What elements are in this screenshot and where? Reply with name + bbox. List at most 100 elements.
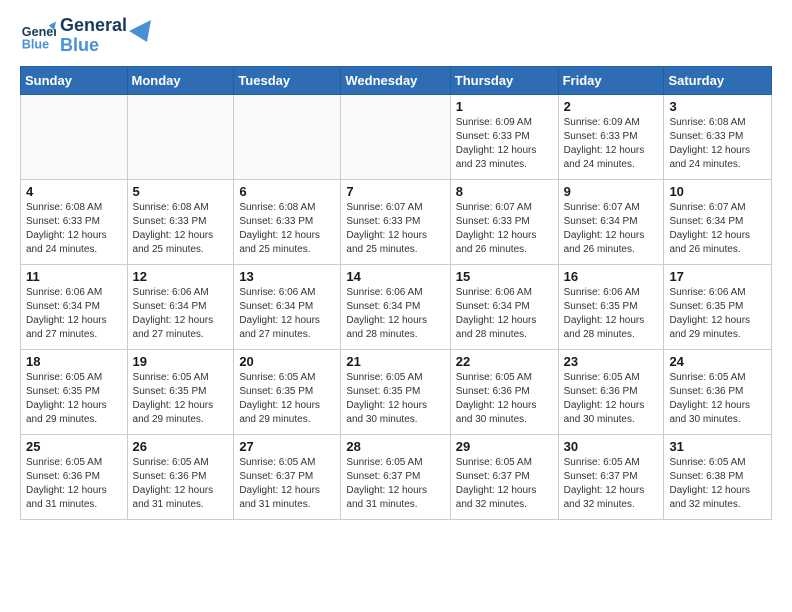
calendar-cell: 5 Sunrise: 6:08 AM Sunset: 6:33 PM Daylig… bbox=[127, 179, 234, 264]
cell-info: Sunrise: 6:05 AM Sunset: 6:38 PM Dayligh… bbox=[669, 456, 766, 512]
week-row-2: 4 Sunrise: 6:08 AM Sunset: 6:33 PM Daylig… bbox=[21, 179, 772, 264]
weekday-header-wednesday: Wednesday bbox=[341, 66, 450, 94]
day-number: 27 bbox=[239, 439, 335, 454]
cell-info: Sunrise: 6:05 AM Sunset: 6:36 PM Dayligh… bbox=[456, 371, 553, 427]
cell-info: Sunrise: 6:06 AM Sunset: 6:35 PM Dayligh… bbox=[669, 286, 766, 342]
calendar-cell: 31 Sunrise: 6:05 AM Sunset: 6:38 PM Dayli… bbox=[664, 434, 772, 519]
day-number: 29 bbox=[456, 439, 553, 454]
calendar-cell: 10 Sunrise: 6:07 AM Sunset: 6:34 PM Dayli… bbox=[664, 179, 772, 264]
calendar-cell: 7Sunrise: 6:07 AM Sunset: 6:33 PM Daylig… bbox=[341, 179, 450, 264]
calendar-cell: 2Sunrise: 6:09 AM Sunset: 6:33 PM Daylig… bbox=[558, 94, 664, 179]
day-number: 22 bbox=[456, 354, 553, 369]
page: General Blue General Blue SundayMondayTu… bbox=[0, 0, 792, 536]
weekday-header-friday: Friday bbox=[558, 66, 664, 94]
calendar-cell: 16 Sunrise: 6:06 AM Sunset: 6:35 PM Dayli… bbox=[558, 264, 664, 349]
cell-info: Sunrise: 6:05 AM Sunset: 6:36 PM Dayligh… bbox=[133, 456, 229, 512]
day-number: 17 bbox=[669, 269, 766, 284]
cell-info: Sunrise: 6:05 AM Sunset: 6:35 PM Dayligh… bbox=[26, 371, 122, 427]
cell-info: Sunrise: 6:08 AM Sunset: 6:33 PM Dayligh… bbox=[239, 201, 335, 257]
cell-info: Sunrise: 6:06 AM Sunset: 6:34 PM Dayligh… bbox=[239, 286, 335, 342]
calendar-cell: 22 Sunrise: 6:05 AM Sunset: 6:36 PM Dayli… bbox=[450, 349, 558, 434]
calendar-cell bbox=[127, 94, 234, 179]
calendar-cell: 15 Sunrise: 6:06 AM Sunset: 6:34 PM Dayli… bbox=[450, 264, 558, 349]
cell-info: Sunrise: 6:06 AM Sunset: 6:35 PM Dayligh… bbox=[564, 286, 659, 342]
calendar-cell: 1Sunrise: 6:09 AM Sunset: 6:33 PM Daylig… bbox=[450, 94, 558, 179]
cell-info: Sunrise: 6:05 AM Sunset: 6:37 PM Dayligh… bbox=[564, 456, 659, 512]
calendar-cell bbox=[21, 94, 128, 179]
cell-info: Sunrise: 6:05 AM Sunset: 6:35 PM Dayligh… bbox=[239, 371, 335, 427]
calendar-cell: 17 Sunrise: 6:06 AM Sunset: 6:35 PM Dayli… bbox=[664, 264, 772, 349]
weekday-header-monday: Monday bbox=[127, 66, 234, 94]
cell-info: Sunrise: 6:05 AM Sunset: 6:37 PM Dayligh… bbox=[346, 456, 444, 512]
weekday-header-tuesday: Tuesday bbox=[234, 66, 341, 94]
week-row-1: 1Sunrise: 6:09 AM Sunset: 6:33 PM Daylig… bbox=[21, 94, 772, 179]
calendar-cell: 6 Sunrise: 6:08 AM Sunset: 6:33 PM Daylig… bbox=[234, 179, 341, 264]
logo-blue: Blue bbox=[60, 36, 127, 56]
weekday-header-thursday: Thursday bbox=[450, 66, 558, 94]
day-number: 31 bbox=[669, 439, 766, 454]
calendar-cell: 28Sunrise: 6:05 AM Sunset: 6:37 PM Dayli… bbox=[341, 434, 450, 519]
day-number: 24 bbox=[669, 354, 766, 369]
day-number: 23 bbox=[564, 354, 659, 369]
cell-info: Sunrise: 6:05 AM Sunset: 6:36 PM Dayligh… bbox=[564, 371, 659, 427]
cell-info: Sunrise: 6:05 AM Sunset: 6:37 PM Dayligh… bbox=[239, 456, 335, 512]
cell-info: Sunrise: 6:07 AM Sunset: 6:33 PM Dayligh… bbox=[346, 201, 444, 257]
day-number: 12 bbox=[133, 269, 229, 284]
calendar-cell: 8 Sunrise: 6:07 AM Sunset: 6:33 PM Daylig… bbox=[450, 179, 558, 264]
cell-info: Sunrise: 6:06 AM Sunset: 6:34 PM Dayligh… bbox=[26, 286, 122, 342]
cell-info: Sunrise: 6:05 AM Sunset: 6:35 PM Dayligh… bbox=[133, 371, 229, 427]
cell-info: Sunrise: 6:06 AM Sunset: 6:34 PM Dayligh… bbox=[456, 286, 553, 342]
week-row-5: 25Sunrise: 6:05 AM Sunset: 6:36 PM Dayli… bbox=[21, 434, 772, 519]
cell-info: Sunrise: 6:05 AM Sunset: 6:36 PM Dayligh… bbox=[26, 456, 122, 512]
day-number: 16 bbox=[564, 269, 659, 284]
week-row-4: 18 Sunrise: 6:05 AM Sunset: 6:35 PM Dayli… bbox=[21, 349, 772, 434]
day-number: 14 bbox=[346, 269, 444, 284]
calendar-cell: 26Sunrise: 6:05 AM Sunset: 6:36 PM Dayli… bbox=[127, 434, 234, 519]
cell-info: Sunrise: 6:06 AM Sunset: 6:34 PM Dayligh… bbox=[346, 286, 444, 342]
calendar-cell: 4 Sunrise: 6:08 AM Sunset: 6:33 PM Daylig… bbox=[21, 179, 128, 264]
calendar-cell: 25Sunrise: 6:05 AM Sunset: 6:36 PM Dayli… bbox=[21, 434, 128, 519]
header: General Blue General Blue bbox=[20, 16, 772, 56]
day-number: 5 bbox=[133, 184, 229, 199]
calendar-cell: 18 Sunrise: 6:05 AM Sunset: 6:35 PM Dayli… bbox=[21, 349, 128, 434]
cell-info: Sunrise: 6:05 AM Sunset: 6:35 PM Dayligh… bbox=[346, 371, 444, 427]
cell-info: Sunrise: 6:08 AM Sunset: 6:33 PM Dayligh… bbox=[26, 201, 122, 257]
logo: General Blue General Blue bbox=[20, 16, 151, 56]
calendar-cell: 23 Sunrise: 6:05 AM Sunset: 6:36 PM Dayli… bbox=[558, 349, 664, 434]
calendar-cell: 27 Sunrise: 6:05 AM Sunset: 6:37 PM Dayli… bbox=[234, 434, 341, 519]
day-number: 6 bbox=[239, 184, 335, 199]
logo-icon: General Blue bbox=[20, 18, 56, 54]
cell-info: Sunrise: 6:07 AM Sunset: 6:34 PM Dayligh… bbox=[669, 201, 766, 257]
calendar-cell: 3Sunrise: 6:08 AM Sunset: 6:33 PM Daylig… bbox=[664, 94, 772, 179]
calendar-table: SundayMondayTuesdayWednesdayThursdayFrid… bbox=[20, 66, 772, 520]
cell-info: Sunrise: 6:08 AM Sunset: 6:33 PM Dayligh… bbox=[133, 201, 229, 257]
calendar-cell bbox=[234, 94, 341, 179]
day-number: 30 bbox=[564, 439, 659, 454]
weekday-header-sunday: Sunday bbox=[21, 66, 128, 94]
cell-info: Sunrise: 6:09 AM Sunset: 6:33 PM Dayligh… bbox=[564, 116, 659, 172]
week-row-3: 11 Sunrise: 6:06 AM Sunset: 6:34 PM Dayli… bbox=[21, 264, 772, 349]
calendar-cell: 11 Sunrise: 6:06 AM Sunset: 6:34 PM Dayli… bbox=[21, 264, 128, 349]
day-number: 15 bbox=[456, 269, 553, 284]
calendar-cell: 14 Sunrise: 6:06 AM Sunset: 6:34 PM Dayli… bbox=[341, 264, 450, 349]
calendar-cell: 21Sunrise: 6:05 AM Sunset: 6:35 PM Dayli… bbox=[341, 349, 450, 434]
calendar-cell: 13 Sunrise: 6:06 AM Sunset: 6:34 PM Dayli… bbox=[234, 264, 341, 349]
day-number: 10 bbox=[669, 184, 766, 199]
day-number: 13 bbox=[239, 269, 335, 284]
cell-info: Sunrise: 6:05 AM Sunset: 6:36 PM Dayligh… bbox=[669, 371, 766, 427]
logo-general: General bbox=[60, 16, 127, 36]
cell-info: Sunrise: 6:07 AM Sunset: 6:34 PM Dayligh… bbox=[564, 201, 659, 257]
cell-info: Sunrise: 6:07 AM Sunset: 6:33 PM Dayligh… bbox=[456, 201, 553, 257]
day-number: 9 bbox=[564, 184, 659, 199]
day-number: 8 bbox=[456, 184, 553, 199]
calendar-cell: 12Sunrise: 6:06 AM Sunset: 6:34 PM Dayli… bbox=[127, 264, 234, 349]
weekday-header-row: SundayMondayTuesdayWednesdayThursdayFrid… bbox=[21, 66, 772, 94]
calendar-cell: 29Sunrise: 6:05 AM Sunset: 6:37 PM Dayli… bbox=[450, 434, 558, 519]
cell-info: Sunrise: 6:09 AM Sunset: 6:33 PM Dayligh… bbox=[456, 116, 553, 172]
day-number: 18 bbox=[26, 354, 122, 369]
calendar-cell: 30 Sunrise: 6:05 AM Sunset: 6:37 PM Dayli… bbox=[558, 434, 664, 519]
cell-info: Sunrise: 6:08 AM Sunset: 6:33 PM Dayligh… bbox=[669, 116, 766, 172]
day-number: 19 bbox=[133, 354, 229, 369]
day-number: 4 bbox=[26, 184, 122, 199]
day-number: 11 bbox=[26, 269, 122, 284]
